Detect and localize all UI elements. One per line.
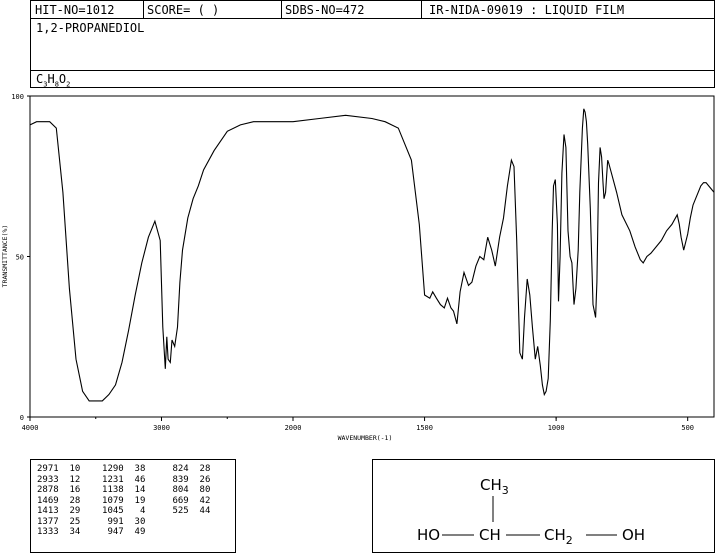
structure-diagram: CH3 HO CH CH2 OH [417,476,645,547]
transmittance-series-line [29,108,715,402]
peak-table-row: 2971 10 1290 38 824 28 [37,464,211,474]
x-tick-label: 2000 [285,424,302,432]
structure-ch3: CH3 [480,476,509,497]
peak-table: 2971 10 1290 38 824 28 2933 12 1231 46 83… [30,459,236,553]
score: SCORE= ( ) [147,3,220,17]
compound-name-box: 1,2-PROPANEDIOL [30,18,715,71]
peak-table-row: 1413 29 1045 4 525 44 [37,506,211,516]
x-tick-label: 500 [681,424,694,432]
x-tick-label: 3000 [153,424,170,432]
structure-box: CH3 HO CH CH2 OH [372,459,715,553]
structure-ch: CH [479,526,501,544]
peak-table-row: 1469 28 1079 19 669 42 [37,495,211,506]
molecular-formula: C3H8O2 [36,72,71,89]
peak-table-row: 1333 34 947 49 [37,527,168,537]
compound-name: 1,2-PROPANEDIOL [36,21,145,35]
formula-box: C3H8O2 [30,70,715,88]
x-axis-title: WAVENUMBER(-1) [338,434,393,442]
structure-oh: OH [622,526,645,544]
y-axis-title: TRANSMITTANCE(%) [1,225,9,288]
y-tick-label: 50 [16,254,24,262]
peak-table-row: 2933 12 1231 46 839 26 [37,474,211,485]
sdbs-number: SDBS-NO=472 [285,3,365,17]
y-tick-label: 0 [20,414,24,422]
header-bar: HIT-NO=1012 SCORE= ( ) SDBS-NO=472 IR-NI… [30,0,715,19]
peak-table-row: 1377 25 991 30 [37,516,168,527]
ir-nida-info: IR-NIDA-09019 : LIQUID FILM [429,3,625,17]
x-tick-label: 4000 [22,424,39,432]
hit-number: HIT-NO=1012 [35,3,115,17]
x-tick-label: 1500 [416,424,433,432]
x-tick-label: 1000 [548,424,565,432]
structure-ch2: CH2 [544,526,573,547]
y-tick-label: 100 [11,93,24,101]
peak-table-row: 2878 16 1138 14 804 80 [37,485,211,495]
structure-ho: HO [417,526,440,544]
plot-frame [29,95,715,418]
